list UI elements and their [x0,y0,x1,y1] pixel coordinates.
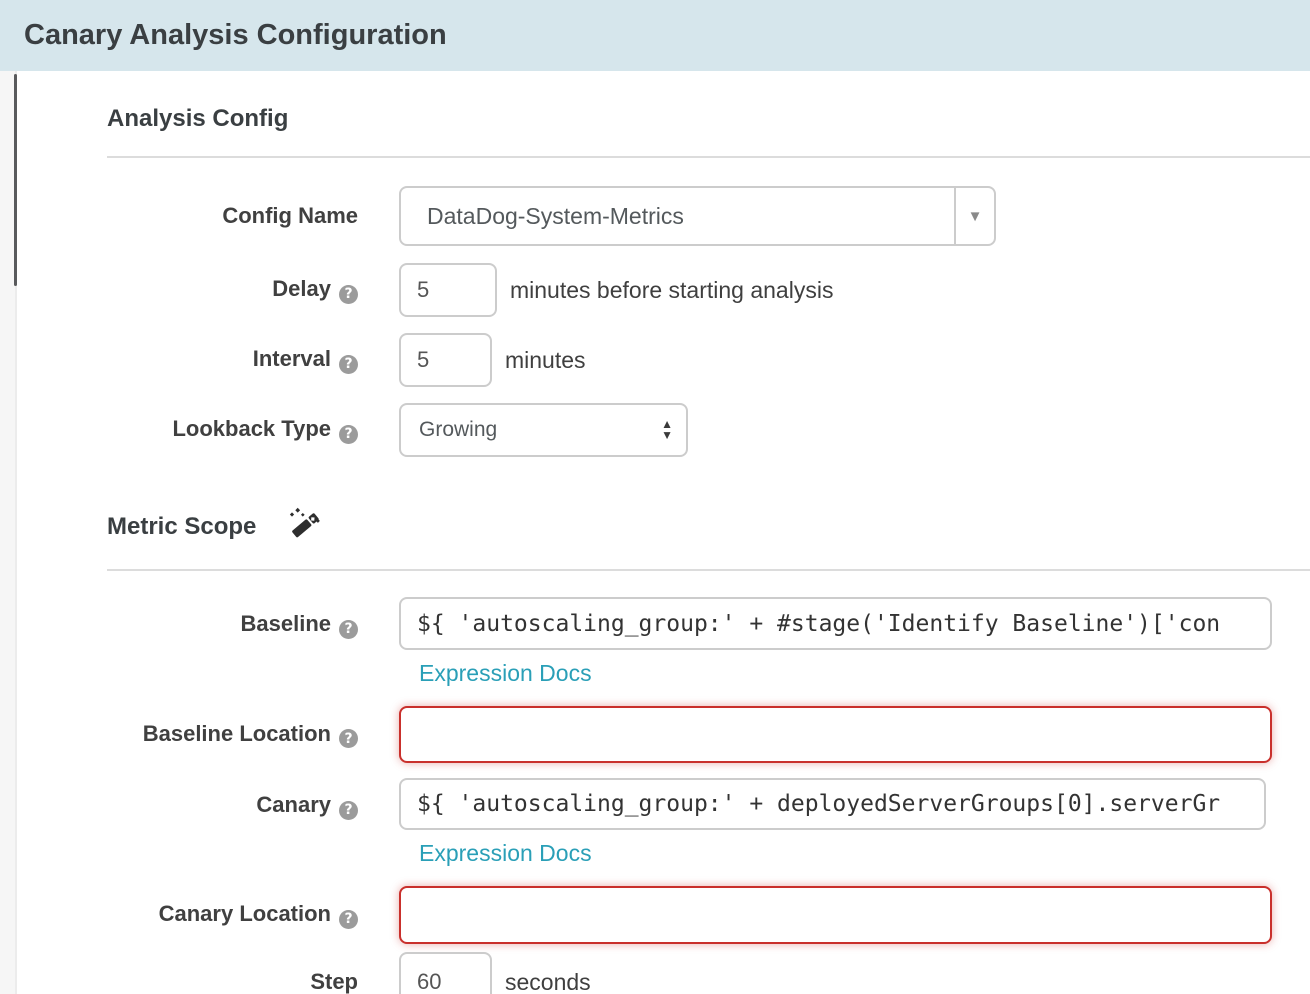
baseline-location-label-text: Baseline Location [143,721,331,746]
canary-location-label-text: Canary Location [159,901,331,926]
config-name-label: Config Name [19,203,358,229]
canary-location-input[interactable] [399,886,1272,944]
chevron-down-icon[interactable]: ▼ [954,188,994,244]
delay-row: Delay? minutes before starting analysis [19,263,1310,317]
analysis-config-heading: Analysis Config [107,105,1310,133]
page-title: Canary Analysis Configuration [24,19,447,52]
metric-scope-heading: Metric Scope [107,507,1310,546]
step-row: Step seconds [19,952,1310,994]
config-name-label-text: Config Name [222,203,358,228]
expression-docs-link[interactable]: Expression Docs [419,660,592,687]
analysis-config-heading-text: Analysis Config [107,105,288,133]
magic-wand-icon[interactable] [288,507,322,546]
config-name-row: Config Name DataDog-System-Metrics ▼ [19,186,1310,246]
canary-location-label: Canary Location? [19,901,358,929]
canary-location-row: Canary Location? [19,886,1310,944]
help-icon[interactable]: ? [339,620,358,639]
interval-label-text: Interval [253,346,331,371]
help-icon[interactable]: ? [339,425,358,444]
baseline-location-label: Baseline Location? [19,721,358,749]
delay-label-text: Delay [272,276,331,301]
delay-suffix: minutes before starting analysis [510,277,833,304]
step-suffix: seconds [505,969,591,994]
scrollbar-thumb[interactable] [14,74,17,286]
baseline-label-text: Baseline [241,611,332,636]
step-input[interactable] [399,952,492,994]
canary-input[interactable] [399,778,1266,830]
help-icon[interactable]: ? [339,285,358,304]
lookback-type-row: Lookback Type? Growing ▲▼ [19,403,1310,457]
metric-scope-form: Baseline? Expression Docs Baseline Locat… [19,597,1310,994]
lookback-type-selected-value: Growing [419,418,497,442]
metric-scope-heading-text: Metric Scope [107,513,256,541]
caret-down-icon: ▼ [661,430,673,441]
help-icon[interactable]: ? [339,801,358,820]
lookback-type-label-text: Lookback Type [172,416,331,441]
config-name-selected-value: DataDog-System-Metrics [401,188,954,244]
baseline-location-input[interactable] [399,706,1272,763]
help-icon[interactable]: ? [339,355,358,374]
lookback-type-label: Lookback Type? [19,416,358,444]
interval-row: Interval? minutes [19,333,1310,387]
analysis-config-form: Config Name DataDog-System-Metrics ▼ Del… [19,186,1310,457]
canary-row: Canary? Expression Docs [19,778,1310,867]
baseline-row: Baseline? Expression Docs [19,597,1310,687]
section-divider [107,569,1310,571]
expression-docs-link[interactable]: Expression Docs [419,840,592,867]
help-icon[interactable]: ? [339,910,358,929]
baseline-location-row: Baseline Location? [19,706,1310,763]
interval-input[interactable] [399,333,492,387]
config-name-dropdown[interactable]: DataDog-System-Metrics ▼ [399,186,996,246]
scrollbar-track[interactable] [0,71,17,994]
section-divider [107,156,1310,158]
baseline-input[interactable] [399,597,1272,650]
step-label: Step [19,969,358,994]
help-icon[interactable]: ? [339,729,358,748]
delay-label: Delay? [19,276,358,304]
interval-label: Interval? [19,346,358,374]
step-label-text: Step [310,969,358,994]
canary-label: Canary? [19,778,358,831]
canary-label-text: Canary [256,792,331,817]
modal-header: Canary Analysis Configuration [0,0,1310,71]
interval-suffix: minutes [505,347,586,374]
select-arrows-icon: ▲▼ [661,419,673,441]
lookback-type-select[interactable]: Growing ▲▼ [399,403,688,457]
stage-config-panel: Analysis Config Config Name DataDog-Syst… [19,71,1310,994]
baseline-label: Baseline? [19,597,358,650]
delay-input[interactable] [399,263,497,317]
